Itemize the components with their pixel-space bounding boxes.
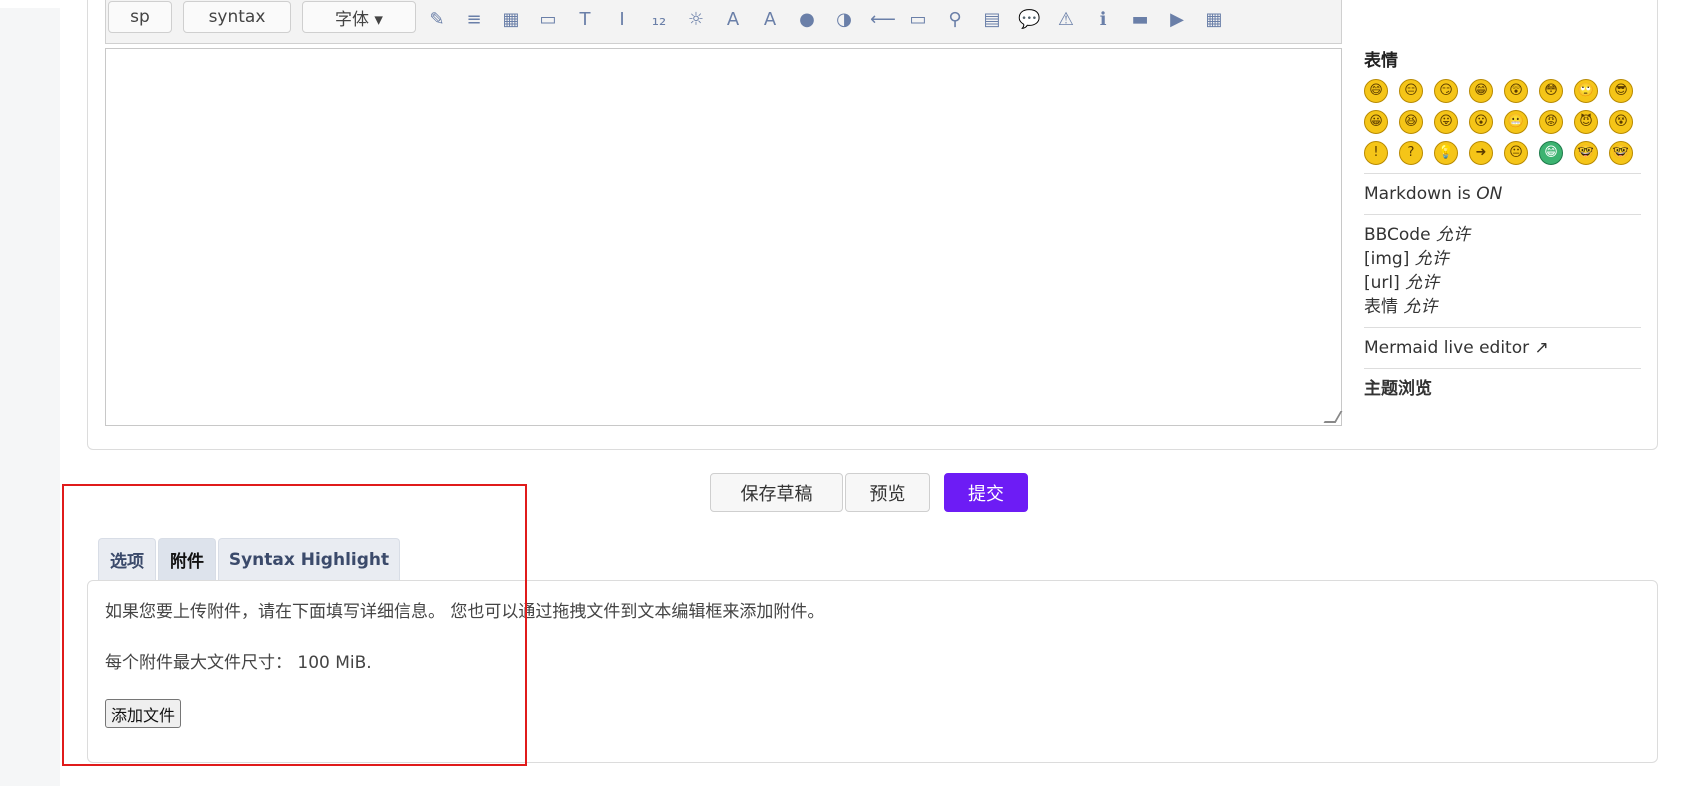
emoji-neutral-icon[interactable]: 😑	[1399, 79, 1423, 103]
editor-toolbar: sp syntax 字体 ▾ ✎ ≡ ▦ ▭ T I ₁₂ ☼ A A ● ◑ …	[105, 0, 1342, 44]
box-icon[interactable]: ▭	[907, 9, 929, 31]
action-buttons: 保存草稿 预览 提交	[0, 473, 1684, 513]
divider	[1364, 214, 1641, 215]
superscript-icon[interactable]: T	[574, 9, 596, 31]
preview-button[interactable]: 预览	[845, 473, 930, 512]
sun-icon[interactable]: ☼	[685, 9, 707, 31]
search-icon[interactable]: ⚲	[944, 9, 966, 31]
eraser-icon[interactable]: ✎	[426, 9, 448, 31]
toolbar-syntax-button[interactable]: syntax	[183, 1, 291, 33]
emoji-nerd-icon[interactable]: 🤓	[1574, 141, 1598, 165]
max-file-size-text: 每个附件最大文件尺寸： 100 MiB.	[105, 653, 372, 673]
font-a-icon[interactable]: A	[722, 9, 744, 31]
info-icon[interactable]: ℹ	[1092, 9, 1114, 31]
tab-attachments[interactable]: 附件	[158, 538, 216, 580]
bbcode-status: BBCode 允许	[1364, 225, 1470, 245]
circle-icon[interactable]: ●	[796, 9, 818, 31]
emoji-rolleyes-icon[interactable]: 🙄	[1574, 79, 1598, 103]
markdown-status: Markdown is ON	[1364, 184, 1503, 204]
toolbar-font-dropdown[interactable]: 字体 ▾	[302, 1, 416, 33]
submit-button[interactable]: 提交	[944, 473, 1028, 512]
emoji-smile-icon[interactable]: 😀	[1364, 110, 1388, 134]
emoji-grimace-icon[interactable]: 😬	[1504, 110, 1528, 134]
record-icon[interactable]: ▬	[1129, 9, 1151, 31]
speech-bubble-icon[interactable]: 💬	[1018, 9, 1040, 31]
emoji-green-grin-icon[interactable]: 😁	[1539, 141, 1563, 165]
emoji-laugh-icon[interactable]: 😄	[1364, 79, 1388, 103]
emoji-smirk-icon[interactable]: 😏	[1434, 79, 1458, 103]
video-icon[interactable]: ▶	[1166, 9, 1188, 31]
save-draft-button[interactable]: 保存草稿	[710, 473, 843, 512]
note-icon[interactable]: ▤	[981, 9, 1003, 31]
grid-icon[interactable]: ▦	[1203, 9, 1225, 31]
emoji-heading: 表情	[1364, 51, 1398, 71]
tab-syntax-highlight[interactable]: Syntax Highlight	[218, 538, 400, 580]
emoji-geek-icon[interactable]: 🤓	[1609, 141, 1633, 165]
emoji-grid: 😄 😑 😏 😁 😲 😳 🙄 😎 😀 😆 😛 😮 😬 😡 😈 😵 ! ? 💡 ➜ …	[1364, 79, 1641, 165]
emoji-idea-icon[interactable]: 💡	[1434, 141, 1458, 165]
mermaid-live-editor-link[interactable]: Mermaid live editor ↗	[1364, 336, 1641, 360]
url-status: [url] 允许	[1364, 273, 1440, 293]
editor-sidebar: 表情 😄 😑 😏 😁 😲 😳 🙄 😎 😀 😆 😛 😮 😬 😡 😈 😵 ! ? 💡…	[1364, 46, 1641, 401]
emoji-eek-icon[interactable]: 😳	[1539, 79, 1563, 103]
emoji-dizzy-icon[interactable]: 😵	[1609, 110, 1633, 134]
warning-icon[interactable]: ⚠	[1055, 9, 1077, 31]
font-a-bold-icon[interactable]: A	[759, 9, 781, 31]
emoji-exclaim-icon[interactable]: !	[1364, 141, 1388, 165]
toolbar-sp-button[interactable]: sp	[108, 1, 172, 33]
tab-options[interactable]: 选项	[98, 538, 156, 580]
divider	[1364, 173, 1641, 174]
emoji-mad-icon[interactable]: 😡	[1539, 110, 1563, 134]
emoji-surprised-icon[interactable]: 😮	[1469, 110, 1493, 134]
external-link-icon: ↗	[1534, 338, 1549, 358]
emoji-arrow-icon[interactable]: ➜	[1469, 141, 1493, 165]
emoji-razz-icon[interactable]: 😛	[1434, 110, 1458, 134]
text-icon[interactable]: I	[611, 9, 633, 31]
emoji-status: 表情 允许	[1364, 297, 1438, 317]
underline-icon[interactable]: ≡	[463, 9, 485, 31]
emoji-question-icon[interactable]: ?	[1399, 141, 1423, 165]
theme-browse-link[interactable]: 主题浏览	[1364, 377, 1641, 401]
resize-handle-icon[interactable]	[1323, 411, 1343, 423]
message-textarea[interactable]	[105, 48, 1343, 426]
emoji-grin-icon[interactable]: 😁	[1469, 79, 1493, 103]
arrow-left-icon[interactable]: ⟵	[870, 9, 896, 31]
divider	[1364, 368, 1641, 369]
img-status: [img] 允许	[1364, 249, 1449, 269]
emoji-meh-icon[interactable]: 😐	[1504, 141, 1528, 165]
emoji-shock-icon[interactable]: 😲	[1504, 79, 1528, 103]
table-icon[interactable]: ▦	[500, 9, 522, 31]
emoji-evil-icon[interactable]: 😈	[1574, 110, 1598, 134]
image-icon[interactable]: ▭	[537, 9, 559, 31]
add-file-button[interactable]: 添加文件	[105, 699, 181, 728]
emoji-lol-icon[interactable]: 😆	[1399, 110, 1423, 134]
emoji-cool-icon[interactable]: 😎	[1609, 79, 1633, 103]
subscript-icon[interactable]: ₁₂	[648, 9, 670, 31]
attachments-info-text: 如果您要上传附件，请在下面填写详细信息。 您也可以通过拖拽文件到文本编辑框来添加…	[105, 602, 825, 622]
divider	[1364, 327, 1641, 328]
contrast-icon[interactable]: ◑	[833, 9, 855, 31]
